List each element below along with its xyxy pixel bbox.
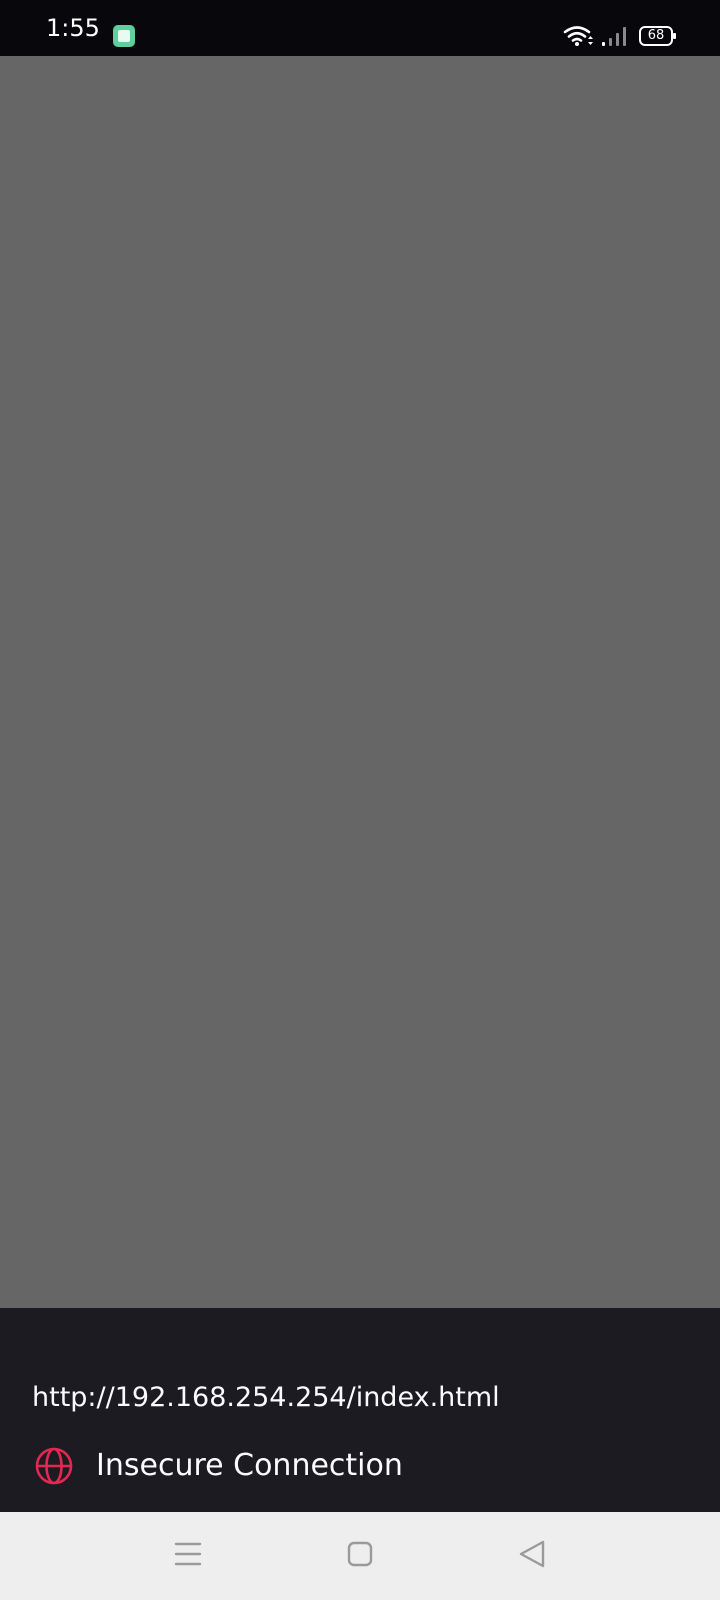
site-url: http://192.168.254.254/index.html	[32, 1382, 500, 1413]
security-status-label: Insecure Connection	[96, 1448, 403, 1483]
recent-apps-button[interactable]	[162, 1530, 214, 1582]
app-notification-icon	[112, 24, 136, 48]
home-icon	[347, 1541, 373, 1571]
status-bar: 1:55 68	[0, 0, 720, 56]
home-button[interactable]	[334, 1530, 386, 1582]
system-nav-bar	[0, 1512, 720, 1600]
globe-icon	[34, 1446, 74, 1486]
page-content-overlay[interactable]	[0, 56, 720, 1308]
status-time: 1:55	[46, 14, 100, 42]
back-icon	[518, 1539, 546, 1573]
battery-level: 68	[647, 28, 665, 43]
menu-icon	[174, 1541, 202, 1571]
wifi-icon	[563, 24, 593, 48]
connection-security-row[interactable]: Insecure Connection	[30, 1442, 510, 1490]
site-info-panel: http://192.168.254.254/index.html Insecu…	[0, 1308, 720, 1512]
back-button[interactable]	[506, 1530, 558, 1582]
signal-icon	[601, 25, 629, 47]
